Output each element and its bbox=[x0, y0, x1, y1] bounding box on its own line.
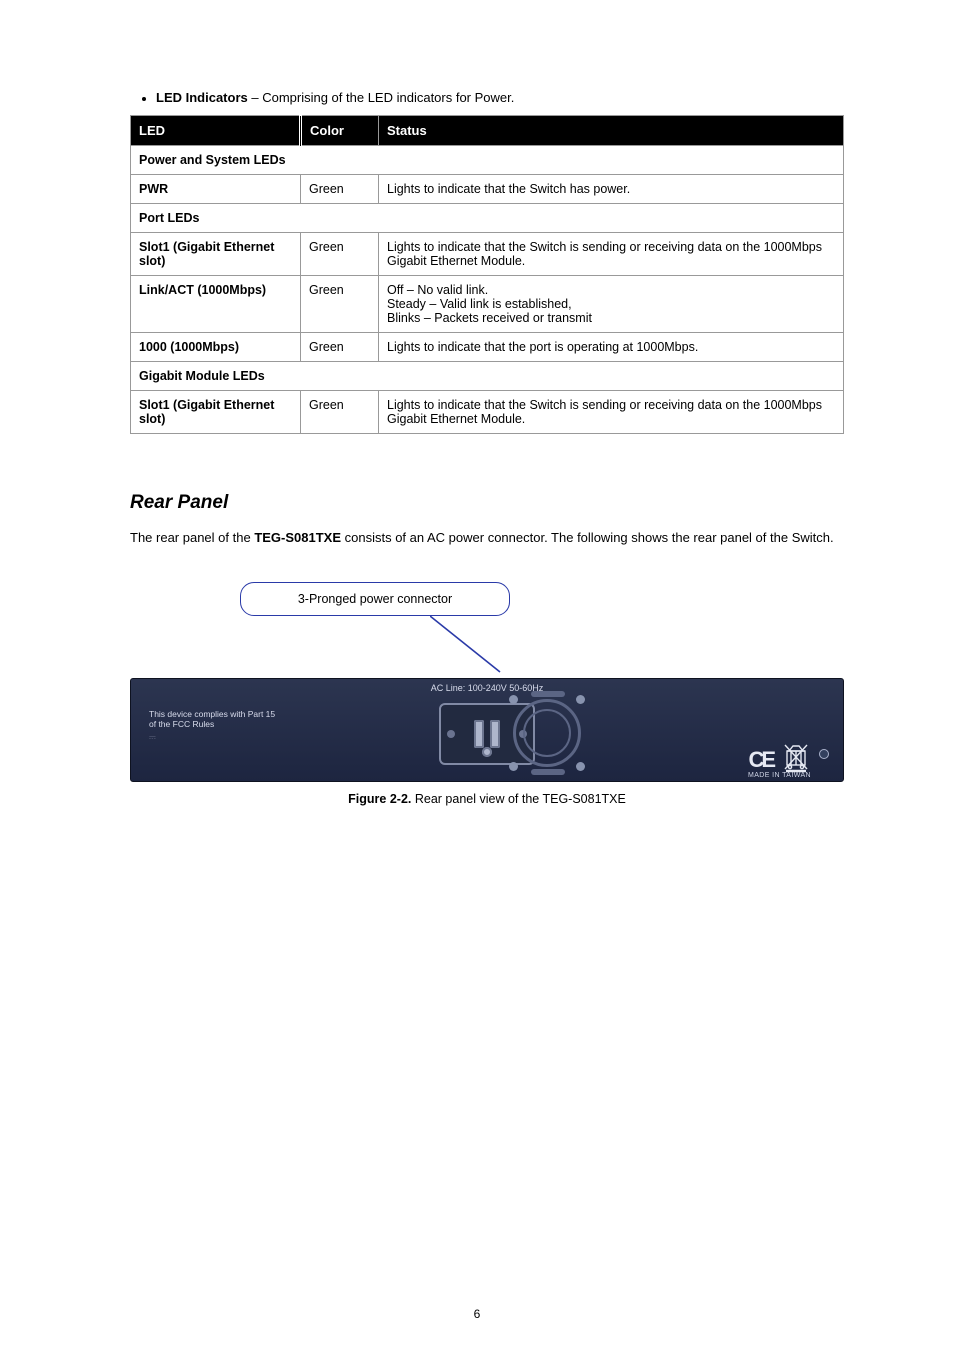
weee-bin-icon bbox=[783, 743, 809, 773]
ce-mark-icon: CE bbox=[748, 747, 773, 773]
cell-led: 1000 (1000Mbps) bbox=[131, 333, 301, 362]
section-title: Gigabit Module LEDs bbox=[131, 362, 844, 391]
fcc-sub: ⎓ bbox=[149, 732, 275, 743]
th-status: Status bbox=[379, 116, 844, 146]
ac-line-label: AC Line: 100-240V 50-60Hz bbox=[431, 683, 544, 693]
rear-figure: 3-Pronged power connector This device co… bbox=[130, 582, 844, 806]
fcc-line2: of the FCC Rules bbox=[149, 719, 275, 730]
table-header: LED Color Status bbox=[131, 116, 844, 146]
callout-wrap: 3-Pronged power connector bbox=[130, 582, 844, 678]
cell-color: Green bbox=[301, 333, 379, 362]
callout-bubble: 3-Pronged power connector bbox=[240, 582, 510, 616]
list-item: LED Indicators – Comprising of the LED i… bbox=[142, 90, 844, 105]
callout-line-icon bbox=[430, 612, 518, 676]
cell-status: Lights to indicate that the port is oper… bbox=[379, 333, 844, 362]
bullet-prefix: LED Indicators bbox=[156, 90, 248, 105]
cell-status: Lights to indicate that the Switch has p… bbox=[379, 175, 844, 204]
cell-status: Off – No valid link. Steady – Valid link… bbox=[379, 276, 844, 333]
rear-panel-heading: Rear Panel bbox=[130, 492, 844, 514]
ground-prong-icon bbox=[482, 747, 492, 757]
figcap-prefix: Figure 2-2. bbox=[348, 792, 411, 806]
cell-led: Link/ACT (1000Mbps) bbox=[131, 276, 301, 333]
cell-status: Lights to indicate that the Switch is se… bbox=[379, 233, 844, 276]
callout-text: 3-Pronged power connector bbox=[298, 592, 452, 606]
bullet-icon bbox=[142, 97, 146, 101]
table-row: Slot1 (Gigabit Ethernet slot) Green Ligh… bbox=[131, 233, 844, 276]
prong-icon bbox=[490, 720, 500, 748]
table-row: 1000 (1000Mbps) Green Lights to indicate… bbox=[131, 333, 844, 362]
cell-led: PWR bbox=[131, 175, 301, 204]
cell-status: Lights to indicate that the Switch is se… bbox=[379, 391, 844, 434]
rear-desc-2: consists of an AC power connector. The f… bbox=[341, 530, 834, 545]
certification-block: CE bbox=[748, 743, 829, 773]
fcc-line1: This device complies with Part 15 bbox=[149, 709, 275, 720]
rear-panel-desc: The rear panel of the TEG-S081TXE consis… bbox=[130, 528, 844, 548]
section-title: Port LEDs bbox=[131, 204, 844, 233]
prong-icon bbox=[474, 720, 484, 748]
bullet-rest: – Comprising of the LED indicators for P… bbox=[248, 90, 515, 105]
cell-led: Slot1 (Gigabit Ethernet slot) bbox=[131, 233, 301, 276]
cell-led: Slot1 (Gigabit Ethernet slot) bbox=[131, 391, 301, 434]
cell-color: Green bbox=[301, 276, 379, 333]
section-title: Power and System LEDs bbox=[131, 146, 844, 175]
led-table: LED Color Status Power and System LEDs P… bbox=[130, 115, 844, 434]
bullet-text: LED Indicators – Comprising of the LED i… bbox=[156, 90, 514, 105]
fcc-text: This device complies with Part 15 of the… bbox=[149, 709, 275, 743]
figcap-rest: Rear panel view of the TEG-S081TXE bbox=[411, 792, 625, 806]
table-row: PWR Green Lights to indicate that the Sw… bbox=[131, 175, 844, 204]
page: LED Indicators – Comprising of the LED i… bbox=[0, 0, 954, 1349]
cell-color: Green bbox=[301, 391, 379, 434]
th-color: Color bbox=[301, 116, 379, 146]
recess-dot-icon bbox=[819, 749, 829, 759]
th-led: LED bbox=[131, 116, 301, 146]
top-bullet-list: LED Indicators – Comprising of the LED i… bbox=[142, 90, 844, 105]
cell-color: Green bbox=[301, 233, 379, 276]
section-row: Port LEDs bbox=[131, 204, 844, 233]
cell-color: Green bbox=[301, 175, 379, 204]
section-row: Power and System LEDs bbox=[131, 146, 844, 175]
device-rear-panel: This device complies with Part 15 of the… bbox=[130, 678, 844, 782]
fan-vent-icon bbox=[507, 693, 587, 773]
rear-desc-model: TEG-S081TXE bbox=[254, 530, 341, 545]
section-row: Gigabit Module LEDs bbox=[131, 362, 844, 391]
prong-group bbox=[474, 720, 500, 748]
table-row: Slot1 (Gigabit Ethernet slot) Green Ligh… bbox=[131, 391, 844, 434]
page-number: 6 bbox=[474, 1307, 481, 1321]
rear-desc-1: The rear panel of the bbox=[130, 530, 254, 545]
table-row: Link/ACT (1000Mbps) Green Off – No valid… bbox=[131, 276, 844, 333]
screw-icon bbox=[447, 730, 455, 738]
figure-caption: Figure 2-2. Rear panel view of the TEG-S… bbox=[130, 792, 844, 806]
